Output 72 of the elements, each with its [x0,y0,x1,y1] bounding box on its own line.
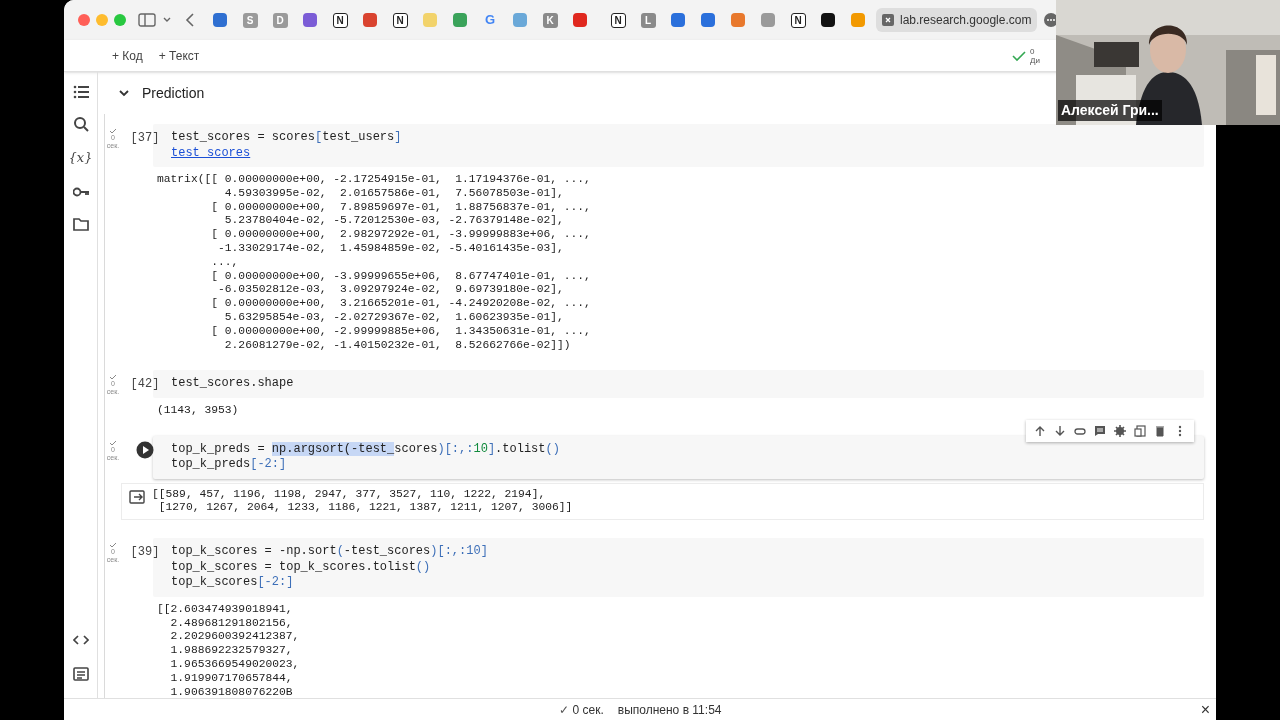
execution-time: 0 сек. [572,701,604,719]
check-mark: ✓ [558,701,569,719]
execution-status: выполнено в 11:54 [617,701,722,719]
output-line: [ 0.00000000e+00, 7.89859697e-01, 1.88756837e-01, ..., [210,200,591,215]
comment-icon[interactable] [1094,424,1106,437]
run-button-icon[interactable] [136,440,154,459]
tab-favicon-icon[interactable] [820,12,836,28]
status-text: Ди [1030,55,1040,65]
search-icon[interactable] [72,116,89,132]
output-line: (1143, 3953) [157,403,239,418]
address-bar[interactable]: lab.research.google.com [876,8,1038,32]
output-line: [ 0.00000000e+00, -2.99999885e+06, 1.34350631e-01, ..., [210,324,591,339]
tab-favicon[interactable]: N [790,12,806,28]
delete-icon[interactable] [1154,424,1166,437]
check-icon [1012,49,1027,62]
address-text: lab.research.google.com [900,12,1032,29]
output-line: matrix([[ 0.00000000e+00, -2.17254915e-01, 1.17194376e-01, ..., [157,173,591,187]
tab-close-icon[interactable] [882,14,894,26]
window-control-icon[interactable] [78,14,90,26]
code-line: test_scores = scores[test_users] [171,130,403,146]
output-line: 2.2029600392412387, [169,630,300,645]
output-line: -1.33029174e-02, 1.45984859e-02, -5.40161435e-03], [217,242,565,256]
add-cell-button[interactable]: + Код [108,46,147,65]
output-line: 1.906391808076220B [169,685,294,698]
section-title: Prediction [142,83,205,103]
folder-icon[interactable] [72,215,89,232]
code-line: top_k_scores = -np.sort(-test_scores)[:,:10] [171,544,489,560]
check-icon [109,374,117,381]
output-line: 1.919907170657844, [169,671,294,686]
terminal-icon[interactable] [72,666,89,682]
output-line: 4.59303995e-02, 2.01657586e-01, 7.56078503e-01], [223,186,565,201]
output-line: -6.03502812e-03, 3.09297924e-02, 9.69739180e-02], [217,283,565,298]
output-line: 2.489681291802156, [169,616,294,631]
code-line: top_k_scores = top_k_scores.tolist() [171,559,432,576]
output-line: [[2.603474939018941, [157,602,294,617]
output-line: [ 0.00000000e+00, 3.21665201e-01, -4.24920208e-02, ..., [210,297,591,311]
close-button[interactable]: × [1200,697,1210,720]
code-line: top_k_preds[-2:] [171,457,288,473]
sidebar-toggle-icon[interactable] [138,13,156,27]
tab-favicon[interactable]: N [332,12,348,28]
tab-favicon[interactable]: N [392,12,408,28]
output-line: 1.9653669549020023, [169,657,300,672]
code-line: top_k_preds = np.argsort(-test_scores)[:,:10].tolist() [171,441,561,458]
output-line: [ 0.00000000e+00, -3.99999655e+06, 8.67747401e-01, ..., [210,269,591,284]
move-down-icon[interactable] [1054,424,1066,437]
settings-icon[interactable] [1114,424,1126,437]
output-line: [ 0.00000000e+00, 2.98297292e-01, -3.99999883e+06, ..., [210,228,591,242]
output-icon[interactable] [129,489,145,504]
check-icon [109,128,117,134]
status-text: 0 [1030,46,1036,56]
participant-name: Алексей Гри... [1058,100,1162,121]
output-line: 5.63295854e-03, -2.02729367e-02, 1.60623935e-01], [223,310,565,325]
output-line: 5.23780404e-02, -5.72012530e-03, -2.76379148e-02], [223,214,565,229]
check-icon [109,439,117,446]
back-icon[interactable] [184,12,196,28]
move-up-icon[interactable] [1034,424,1046,437]
chevron-icon[interactable] [118,87,130,99]
list-icon[interactable] [72,84,89,100]
add-cell-button[interactable]: + Текст [154,46,204,65]
output-line: [[589, 457, 1196, 1198, 2947, 377, 3527, 110, 1222, 2194], [152,487,547,502]
variables-tab[interactable]: {x} [68,148,93,168]
variable-link[interactable]: test_scores [171,145,251,160]
mirror-cell-icon[interactable] [1134,424,1146,437]
output-line: [1270, 1267, 2064, 1233, 1186, 1221, 1387, 1211, 1207, 3006]] [157,501,573,516]
check-icon [109,542,117,549]
output-line: 2.26081279e-02, -1.40150232e-01, 8.52662766e-02]]) [223,338,572,353]
output-line: 1.988692232579327, [169,644,294,658]
tab-favicon[interactable]: N [610,12,626,28]
code-line: top_k_scores[-2:] [171,575,295,591]
code-line: test_scores.shape [171,376,295,392]
code-editor[interactable]: top_k_preds = np.argsort(-test_scores)[:,:10].tolist() top_k_preds[-2:] [153,435,1204,479]
output-line: ..., [210,255,240,270]
